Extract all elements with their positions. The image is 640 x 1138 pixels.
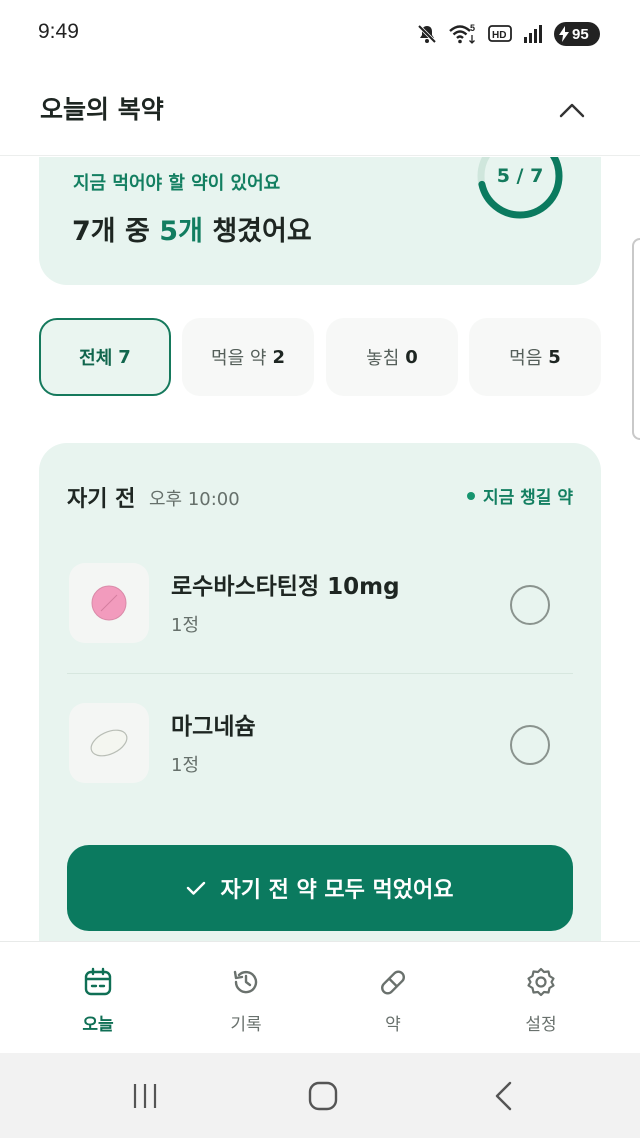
summary-count-prefix: 7개 중 bbox=[72, 216, 160, 247]
summary-count-suffix: 챙겼어요 bbox=[202, 216, 312, 247]
app-header: 오늘의 복약 bbox=[0, 68, 640, 156]
oval-pill-icon bbox=[90, 729, 128, 757]
filter-tab-label: 전체 bbox=[79, 348, 113, 369]
nav-item-settings[interactable]: 설정 bbox=[491, 966, 591, 1042]
filter-tab-missed[interactable]: 놓침 0 bbox=[326, 318, 458, 396]
hd-icon: HD bbox=[488, 25, 512, 42]
dose-title: 자기 전 bbox=[67, 487, 136, 512]
bottom-nav: 오늘 기록 약 설정 bbox=[0, 941, 640, 1053]
filter-tab-count: 0 bbox=[405, 346, 418, 368]
content-scroll-area[interactable]: 지금 먹어야 할 약이 있어요 7개 중 5개 챙겼어요 5 / 7 전체 7 … bbox=[0, 157, 640, 941]
status-bar: 9:49 5 HD 95 bbox=[0, 0, 640, 68]
med-item[interactable]: 마그네슘 1정 bbox=[67, 703, 573, 787]
charging-bolt-icon bbox=[559, 26, 569, 42]
take-all-label: 자기 전 약 모두 먹었어요 bbox=[220, 878, 454, 903]
nav-label: 약 bbox=[385, 1015, 401, 1035]
progress-ring: 5 / 7 bbox=[475, 157, 565, 221]
pill-icon bbox=[380, 970, 406, 995]
home-icon bbox=[308, 1081, 338, 1111]
chevron-up-icon bbox=[559, 103, 585, 118]
filter-tab-label: 놓침 bbox=[366, 348, 400, 369]
med-name: 마그네슘 bbox=[171, 714, 256, 740]
svg-text:5: 5 bbox=[470, 23, 475, 33]
signal-icon bbox=[524, 25, 542, 43]
round-pill-icon bbox=[91, 585, 127, 621]
battery-level: 95 bbox=[572, 25, 589, 43]
battery-indicator: 95 bbox=[554, 22, 600, 46]
filter-tabs: 전체 7 먹을 약 2 놓침 0 먹음 5 bbox=[39, 318, 601, 396]
recent-apps-icon bbox=[133, 1084, 157, 1108]
filter-tab-to-take[interactable]: 먹을 약 2 bbox=[182, 318, 314, 396]
med-item[interactable]: 로수바스타틴정 10mg 1정 bbox=[67, 563, 573, 647]
wifi-icon: 5 bbox=[449, 23, 475, 44]
progress-label: 5 / 7 bbox=[496, 165, 544, 187]
history-icon bbox=[233, 970, 258, 994]
dose-time: 오후 10:00 bbox=[149, 489, 240, 510]
nav-label: 기록 bbox=[230, 1015, 262, 1035]
filter-tab-count: 2 bbox=[272, 346, 285, 368]
collapse-button[interactable] bbox=[552, 90, 592, 130]
med-check-button[interactable] bbox=[510, 585, 550, 625]
check-icon bbox=[187, 881, 206, 895]
filter-tab-all[interactable]: 전체 7 bbox=[39, 318, 171, 396]
nav-item-meds[interactable]: 약 bbox=[343, 966, 443, 1042]
status-icons: 5 HD 95 bbox=[416, 20, 600, 48]
filter-tab-label: 먹을 약 bbox=[211, 348, 267, 369]
mute-icon bbox=[417, 24, 437, 44]
med-qty: 1정 bbox=[171, 615, 200, 636]
filter-tab-taken[interactable]: 먹음 5 bbox=[469, 318, 601, 396]
status-time: 9:49 bbox=[38, 20, 79, 43]
summary-count-accent: 5개 bbox=[159, 216, 203, 247]
take-all-button[interactable]: 자기 전 약 모두 먹었어요 bbox=[67, 845, 573, 931]
pill-thumbnail bbox=[69, 563, 149, 643]
back-icon bbox=[495, 1081, 512, 1111]
med-check-button[interactable] bbox=[510, 725, 550, 765]
nav-item-today[interactable]: 오늘 bbox=[48, 966, 148, 1042]
edge-panel-handle[interactable] bbox=[632, 238, 640, 440]
svg-text:HD: HD bbox=[492, 30, 506, 41]
pill-thumbnail bbox=[69, 703, 149, 783]
summary-card: 지금 먹어야 할 약이 있어요 7개 중 5개 챙겼어요 5 / 7 bbox=[39, 157, 601, 285]
filter-tab-count: 5 bbox=[548, 346, 561, 368]
now-dot-icon bbox=[466, 491, 475, 500]
dose-card-bedtime: 자기 전 오후 10:00 지금 챙길 약 로수바스타틴정 10mg 1정 마그… bbox=[39, 443, 601, 941]
summary-count: 7개 중 5개 챙겼어요 bbox=[72, 209, 312, 248]
nav-item-history[interactable]: 기록 bbox=[196, 966, 296, 1042]
summary-alert: 지금 먹어야 할 약이 있어요 bbox=[73, 173, 281, 194]
nav-label: 설정 bbox=[525, 1015, 557, 1035]
gear-icon bbox=[527, 967, 555, 997]
recent-apps-button[interactable] bbox=[125, 1079, 165, 1113]
med-qty: 1정 bbox=[171, 755, 200, 776]
filter-tab-count: 7 bbox=[118, 346, 131, 368]
calendar-icon bbox=[84, 967, 112, 996]
divider bbox=[67, 673, 573, 674]
back-button[interactable] bbox=[483, 1079, 523, 1113]
now-badge-label: 지금 챙길 약 bbox=[482, 488, 573, 508]
now-badge: 지금 챙길 약 bbox=[466, 483, 573, 508]
system-nav-bar bbox=[0, 1053, 640, 1138]
home-button[interactable] bbox=[303, 1079, 343, 1113]
med-name: 로수바스타틴정 10mg bbox=[171, 574, 400, 600]
nav-label: 오늘 bbox=[82, 1015, 114, 1035]
page-title: 오늘의 복약 bbox=[40, 95, 164, 124]
filter-tab-label: 먹음 bbox=[509, 348, 543, 369]
